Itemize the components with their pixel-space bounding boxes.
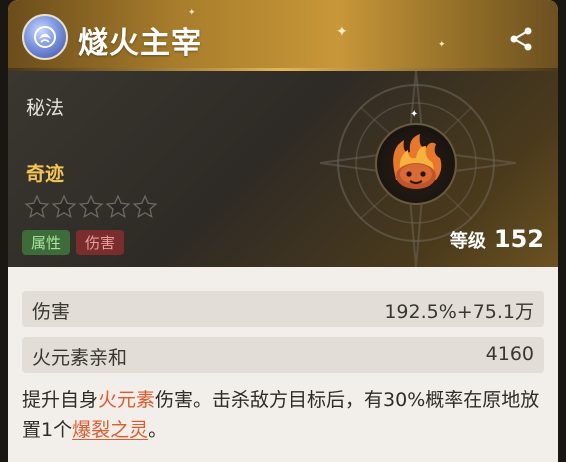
item-detail-card: ✦ ✦ ✦ 燧火主宰 ✦ 秘法 奇迹 属性 伤害 等级 152 伤害 192.5… <box>8 0 558 462</box>
stat-key: 火元素亲和 <box>32 347 128 369</box>
desc-text: 提升自身 <box>22 389 99 411</box>
star-empty-icon <box>24 194 50 219</box>
tag-list: 属性 伤害 <box>22 230 125 255</box>
star-rating <box>24 194 158 220</box>
sparkle-icon: ✦ <box>188 8 196 18</box>
stat-key: 伤害 <box>32 301 71 323</box>
stat-row: 伤害 192.5%+75.1万 <box>22 291 544 327</box>
level-label: 等级 <box>449 231 486 252</box>
title-bar: ✦ ✦ ✦ 燧火主宰 <box>8 0 558 70</box>
item-art-fire-spirit <box>375 123 457 205</box>
svg-text:✦: ✦ <box>410 109 418 120</box>
item-info-panel: ✦ 秘法 奇迹 属性 伤害 等级 152 <box>8 71 558 267</box>
star-empty-icon <box>78 194 104 219</box>
rarity-label: 奇迹 <box>26 163 65 185</box>
item-title: 燧火主宰 <box>78 26 202 61</box>
desc-highlight: 火元素 <box>98 389 156 411</box>
stat-value: 4160 <box>485 343 534 365</box>
level-display: 等级 152 <box>450 225 544 253</box>
desc-link-explosive-spirit[interactable]: 爆裂之灵 <box>72 419 148 441</box>
stats-panel: 伤害 192.5%+75.1万 火元素亲和 4160 提升自身火元素伤害。击杀敌… <box>8 267 558 462</box>
desc-text: 。 <box>148 419 168 441</box>
sparkle-icon: ✦ <box>336 24 348 40</box>
star-empty-icon <box>51 194 77 219</box>
star-empty-icon <box>132 194 158 219</box>
tag-damage: 伤害 <box>76 230 125 255</box>
item-description: 提升自身火元素伤害。击杀敌方目标后，有30%概率在原地放置1个爆裂之灵。 <box>22 385 552 445</box>
share-icon[interactable] <box>508 26 534 56</box>
star-empty-icon <box>105 194 131 219</box>
stat-value: 192.5%+75.1万 <box>384 301 534 323</box>
element-emblem-icon <box>22 14 68 60</box>
sparkle-icon: ✦ <box>438 40 446 50</box>
item-category: 秘法 <box>26 97 65 119</box>
stat-row: 火元素亲和 4160 <box>22 337 544 373</box>
tag-attribute: 属性 <box>22 230 71 255</box>
level-value: 152 <box>493 225 544 253</box>
